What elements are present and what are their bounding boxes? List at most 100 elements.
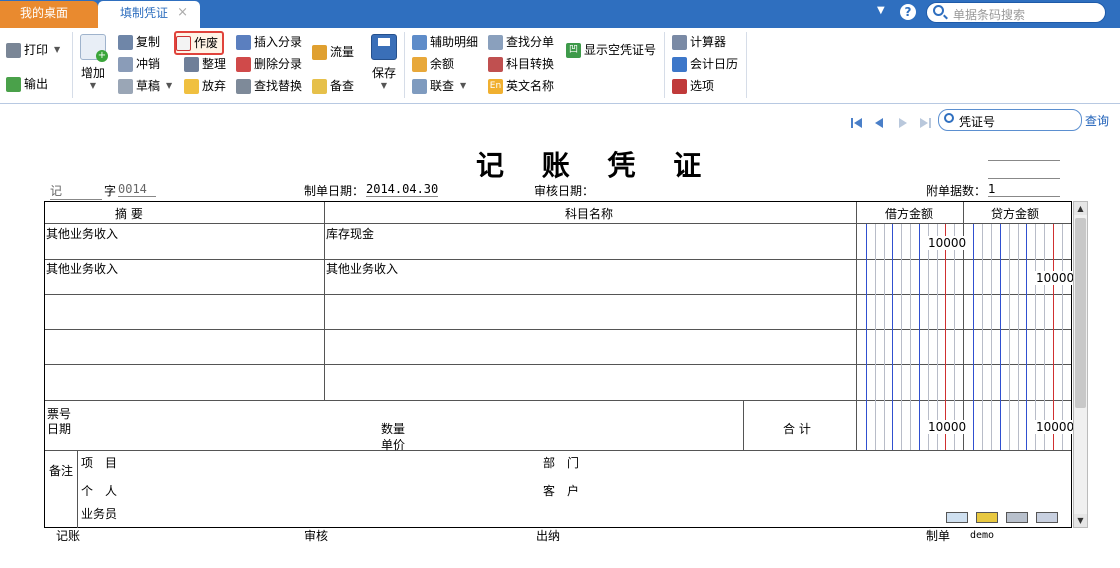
total-debit: 10000 <box>927 420 968 434</box>
copy-button[interactable]: 复制 <box>118 32 160 52</box>
chevron-down-icon[interactable]: ▼ <box>460 76 466 96</box>
row-3-account[interactable] <box>326 296 854 328</box>
quantity-label: 数量 <box>381 422 406 436</box>
void-button[interactable]: 作废 <box>174 31 225 55</box>
chevron-down-icon[interactable]: ▼ <box>877 5 885 16</box>
reverse-button[interactable]: 冲销 <box>118 54 160 74</box>
grid-icon[interactable] <box>1006 512 1028 523</box>
grid-line <box>743 400 744 450</box>
calendar-button[interactable]: 会计日历 <box>672 54 738 74</box>
row-2-credit[interactable]: 10000 <box>1035 271 1076 285</box>
delete-entry-icon <box>236 56 251 72</box>
insert-entry-button[interactable]: 插入分录 <box>236 32 302 52</box>
balance-button[interactable]: 余额 <box>412 54 454 74</box>
options-button[interactable]: 选项 <box>672 76 714 96</box>
last-record-icon[interactable] <box>918 116 932 130</box>
account-convert-button[interactable]: 科目转换 <box>488 54 554 74</box>
scroll-thumb[interactable] <box>1075 218 1086 408</box>
digit-gridline <box>937 224 938 450</box>
show-empty-no-button[interactable]: 凹 显示空凭证号 <box>566 40 656 60</box>
delete-entry-label: 删除分录 <box>254 57 303 71</box>
scroll-up-icon[interactable]: ▲ <box>1074 202 1087 215</box>
row-1-debit[interactable]: 10000 <box>927 236 968 250</box>
line-icon[interactable] <box>946 512 968 523</box>
export-button[interactable]: 输出 <box>6 74 48 94</box>
organize-button[interactable]: 整理 <box>184 54 226 74</box>
total-label: 合 计 <box>783 422 811 436</box>
find-replace-button[interactable]: 查找替换 <box>236 76 302 96</box>
query-link[interactable]: 查询 <box>1085 112 1109 129</box>
row-2-summary[interactable]: 其他业务收入 <box>46 260 118 277</box>
row-3-summary[interactable] <box>46 296 322 328</box>
person-label: 个 人 <box>81 484 118 498</box>
grid-line <box>324 202 325 400</box>
card-icon[interactable] <box>976 512 998 523</box>
voucher-type-field[interactable]: 记 <box>50 182 102 200</box>
scroll-down-icon[interactable]: ▼ <box>1074 514 1087 527</box>
toolbar-divider <box>404 32 405 98</box>
toolbar-divider <box>664 32 665 98</box>
find-entry-button[interactable]: 查找分单 <box>488 32 554 52</box>
aux-detail-button[interactable]: 辅助明细 <box>412 32 478 52</box>
draft-button[interactable]: 草稿 ▼ <box>118 76 172 96</box>
row-2-account[interactable]: 其他业务收入 <box>326 260 398 277</box>
find-entry-label: 查找分单 <box>506 35 555 49</box>
digit-gridline <box>892 224 893 450</box>
voucher-scrollbar[interactable]: ▲ ▼ <box>1073 201 1088 528</box>
close-icon[interactable]: × <box>177 1 188 25</box>
salesman-label: 业务员 <box>81 507 118 521</box>
row-4-account[interactable] <box>326 331 854 363</box>
remarks-label: 备注 <box>49 464 74 478</box>
row-4-summary[interactable] <box>46 331 322 363</box>
digit-gridline <box>1062 224 1063 450</box>
attachments-field[interactable]: 1 <box>988 182 1058 197</box>
chevron-down-icon[interactable]: ▼ <box>166 76 172 96</box>
digit-gridline <box>982 224 983 450</box>
chevron-down-icon[interactable]: ▼ <box>368 81 400 90</box>
chevron-down-icon[interactable]: ▼ <box>78 81 108 90</box>
department-label: 部 门 <box>543 456 580 470</box>
next-record-icon[interactable] <box>896 116 910 130</box>
date-field[interactable]: 2014.04.30 <box>366 182 439 197</box>
add-button[interactable]: + 增加 ▼ <box>78 34 108 90</box>
digit-gridline <box>954 224 955 450</box>
voucher-number-search[interactable]: 凭证号 <box>938 109 1082 131</box>
digit-gridline <box>884 224 885 450</box>
help-icon[interactable]: ? <box>900 4 916 20</box>
account-convert-label: 科目转换 <box>506 57 555 71</box>
collapse-icon[interactable] <box>1036 512 1058 523</box>
calculator-button[interactable]: 计算器 <box>672 32 726 52</box>
voucher-type: 记 <box>50 182 102 200</box>
chevron-down-icon[interactable]: ▼ <box>54 40 60 60</box>
check-button[interactable]: 备查 <box>312 76 354 96</box>
find-replace-label: 查找替换 <box>254 79 303 93</box>
prev-record-icon[interactable] <box>872 116 886 130</box>
row-1-summary[interactable]: 其他业务收入 <box>46 225 118 242</box>
digit-gridline <box>1044 224 1045 450</box>
add-document-icon: + <box>80 34 108 62</box>
voucher-number-field[interactable]: 0014 <box>118 182 156 197</box>
tab-bar: 我的桌面 填制凭证 × ▼ ? 单据条码搜索 <box>0 0 1120 28</box>
print-button[interactable]: 打印 ▼ <box>6 40 60 60</box>
first-record-icon[interactable] <box>850 116 864 130</box>
row-1-account[interactable]: 库存现金 <box>326 225 374 242</box>
tab-home[interactable]: 我的桌面 <box>0 1 98 28</box>
auditor-label: 审核 <box>304 529 329 543</box>
tab-fill-voucher[interactable]: 填制凭证 × <box>98 1 200 28</box>
save-button[interactable]: 保存 ▼ <box>368 34 400 90</box>
search-icon <box>933 5 944 16</box>
delete-entry-button[interactable]: 删除分录 <box>236 54 302 74</box>
row-5-summary[interactable] <box>46 366 322 398</box>
draft-icon <box>118 78 133 94</box>
digit-gridline <box>945 224 946 450</box>
flow-button[interactable]: 流量 <box>312 42 354 62</box>
english-name-button[interactable]: En 英文名称 <box>488 76 554 96</box>
link-query-button[interactable]: 联查 ▼ <box>412 76 466 96</box>
col-credit-header: 贷方金额 <box>991 207 1040 221</box>
digit-gridline <box>1018 224 1019 450</box>
abandon-button[interactable]: 放弃 <box>184 76 226 96</box>
barcode-search-input[interactable]: 单据条码搜索 <box>926 2 1106 23</box>
digit-gridline <box>901 224 902 450</box>
debit-amount-grid <box>857 224 963 450</box>
row-5-account[interactable] <box>326 366 854 398</box>
